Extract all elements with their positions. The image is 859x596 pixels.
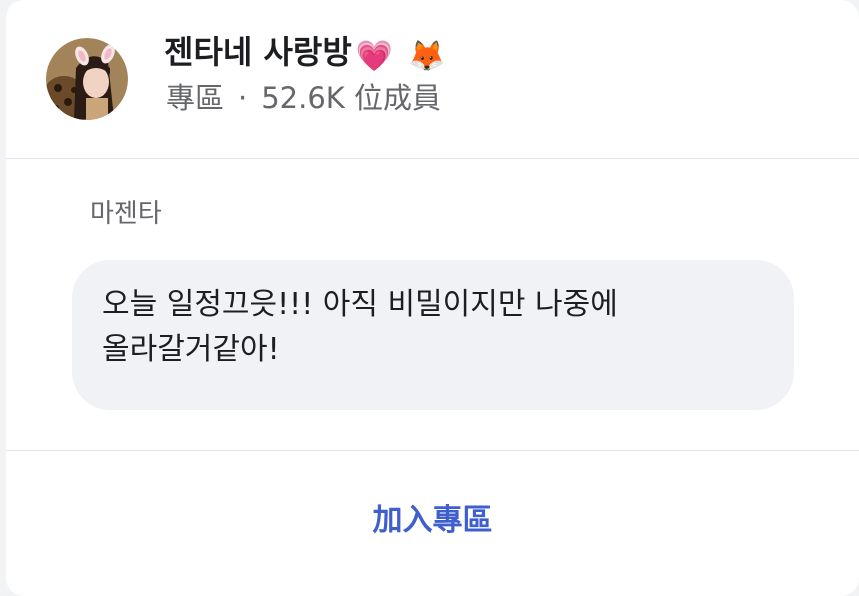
avatar-photo-icon [46, 38, 128, 120]
heart-emoji-icon: 💗 [355, 39, 394, 74]
message-text: 오늘 일정끄읏!!! 아직 비밀이지만 나중에 올라갈거같아! [102, 287, 618, 367]
message-bubble: 오늘 일정끄읏!!! 아직 비밀이지만 나중에 올라갈거같아! [72, 260, 794, 410]
group-avatar[interactable] [46, 38, 128, 120]
group-meta: 專區 · 52.6K 位成員 [166, 78, 441, 118]
member-count: 52.6K 位成員 [261, 81, 442, 115]
group-post-card: 젠타네 사랑방 💗 🦊 專區 · 52.6K 位成員 마젠타 오늘 일정끄읏!!! 아… [6, 0, 859, 596]
group-type: 專區 [166, 81, 225, 115]
post-author[interactable]: 마젠타 [90, 196, 162, 232]
group-name-text: 젠타네 사랑방 [164, 33, 352, 71]
group-header: 젠타네 사랑방 💗 🦊 專區 · 52.6K 位成員 [6, 0, 859, 159]
join-group-button[interactable]: 加入專區 [6, 496, 859, 546]
meta-separator: · [238, 81, 248, 115]
divider [6, 450, 859, 451]
group-name[interactable]: 젠타네 사랑방 💗 🦊 [164, 30, 446, 79]
fox-emoji-icon: 🦊 [408, 39, 446, 74]
